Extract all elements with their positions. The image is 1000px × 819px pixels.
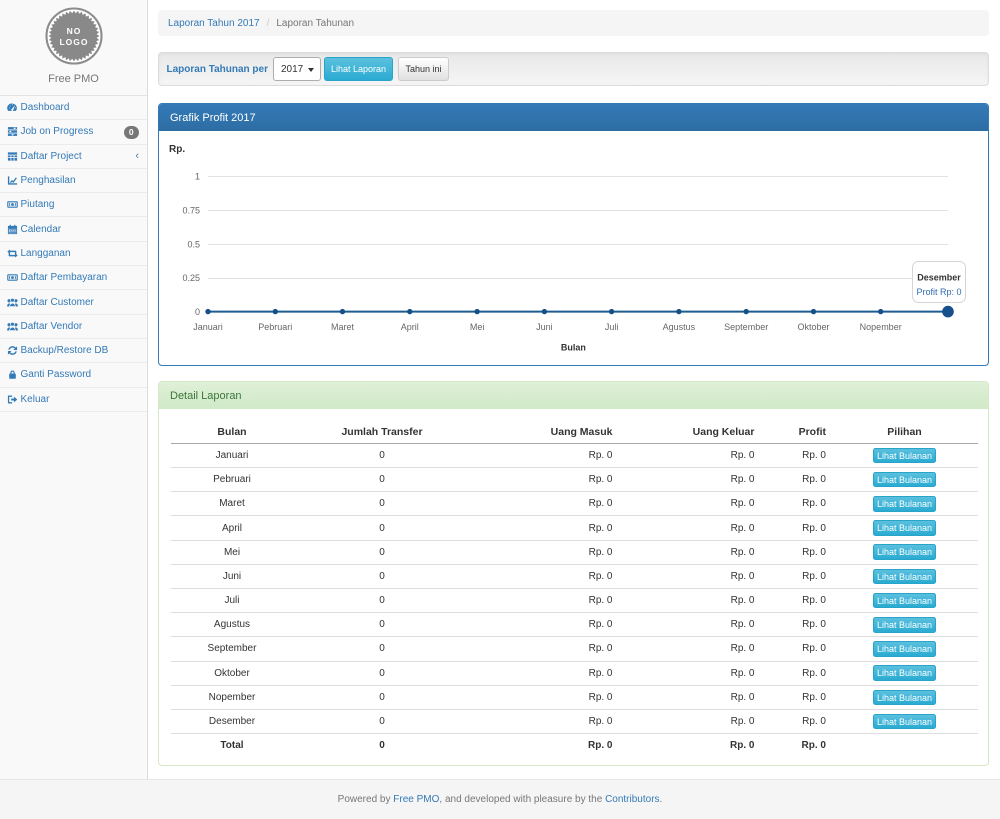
svg-text:0.5: 0.5	[187, 239, 200, 249]
svg-text:Profit Rp: 0: Profit Rp: 0	[916, 287, 961, 297]
svg-text:Mei: Mei	[470, 322, 485, 332]
svg-text:Rp.: Rp.	[169, 144, 185, 155]
svg-text:0: 0	[195, 307, 200, 317]
svg-text:0.75: 0.75	[182, 205, 200, 215]
svg-text:0.25: 0.25	[182, 273, 200, 283]
svg-text:Oktober: Oktober	[797, 322, 829, 332]
svg-text:Bulan: Bulan	[561, 343, 586, 353]
svg-text:April: April	[401, 322, 419, 332]
svg-text:LOGO: LOGO	[59, 37, 88, 47]
svg-text:1: 1	[195, 172, 200, 182]
svg-text:Maret: Maret	[331, 322, 355, 332]
svg-text:NO: NO	[67, 26, 82, 36]
svg-text:Juli: Juli	[605, 322, 619, 332]
svg-text:Juni: Juni	[536, 322, 553, 332]
svg-text:Pebruari: Pebruari	[258, 322, 292, 332]
svg-text:Desember: Desember	[917, 273, 961, 283]
svg-text:Agustus: Agustus	[663, 322, 696, 332]
svg-text:September: September	[724, 322, 768, 332]
svg-text:Nopember: Nopember	[860, 322, 902, 332]
svg-text:Januari: Januari	[193, 322, 223, 332]
